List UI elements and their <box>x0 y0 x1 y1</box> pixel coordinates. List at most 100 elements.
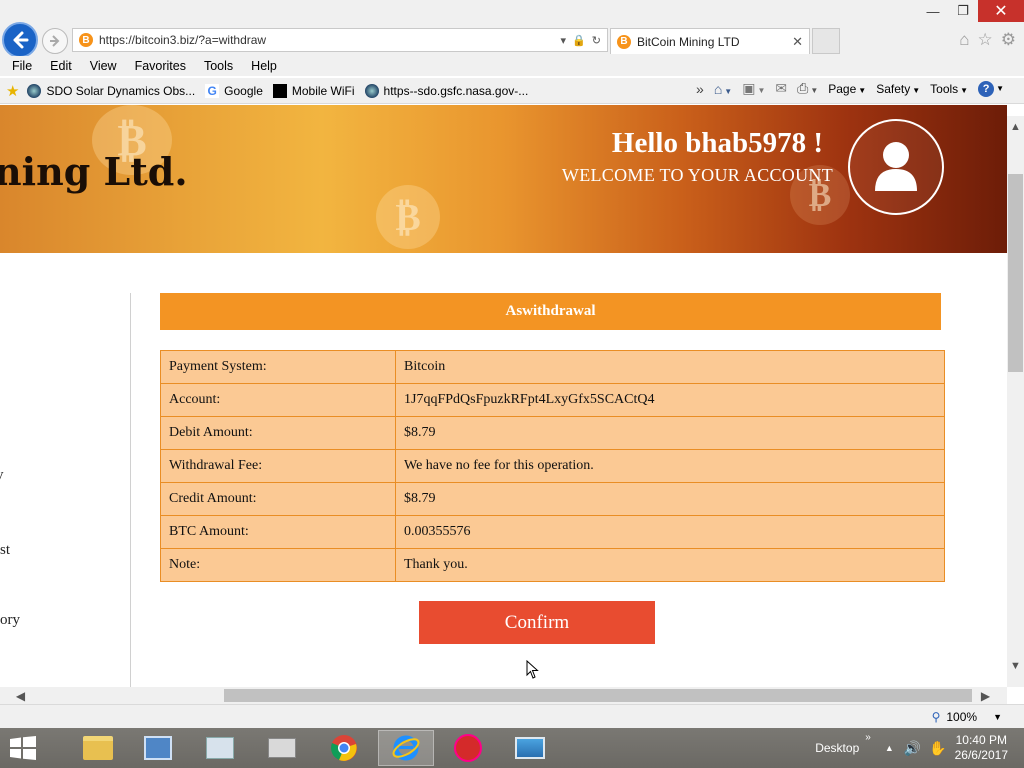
browser-tab[interactable]: B BitCoin Mining LTD ✕ <box>610 28 810 54</box>
favorite-item-mobile-wifi[interactable]: Mobile WiFi <box>272 83 355 98</box>
minimize-icon[interactable]: — <box>918 0 948 22</box>
user-avatar-icon[interactable] <box>848 119 944 215</box>
zoom-control[interactable]: ⚲ 100% ▼ <box>932 710 1002 724</box>
sdo-icon <box>27 83 42 98</box>
favorite-item-google[interactable]: G Google <box>205 83 263 98</box>
volume-icon[interactable]: 🔊 <box>904 740 921 757</box>
page-menu[interactable]: Page ▼ <box>828 82 866 96</box>
menu-tools[interactable]: Tools <box>198 59 239 73</box>
zoom-level: 100% <box>946 710 978 724</box>
windows-start-icon[interactable] <box>8 736 38 760</box>
btc-amount-label: BTC Amount: <box>160 515 396 549</box>
scroll-up-icon[interactable]: ▲ <box>1007 118 1024 135</box>
payment-system-label: Payment System: <box>160 350 396 384</box>
favorite-label: Mobile WiFi <box>291 83 355 98</box>
home-icon[interactable]: ⌂ ▼ <box>714 81 732 97</box>
tools-menu[interactable]: Tools ▼ <box>930 82 968 96</box>
window-controls: — ❐ ✕ <box>918 0 1024 22</box>
windows-taskbar: Desktop » ▲ 🔊 ✋ 10:40 PM 26/6/2017 <box>0 728 1024 768</box>
confirm-button[interactable]: Confirm <box>419 601 655 644</box>
sidebar-item-fragment[interactable]: st <box>0 542 10 559</box>
favorites-star-icon[interactable]: ☆ <box>978 30 993 50</box>
sdo-icon <box>364 83 379 98</box>
mail-icon[interactable]: ✉ <box>775 80 787 97</box>
chevron-more-icon[interactable]: » <box>865 732 871 743</box>
table-row: Credit Amount: $8.79 <box>160 482 945 516</box>
menu-edit[interactable]: Edit <box>44 59 78 73</box>
new-tab-button[interactable] <box>812 28 840 54</box>
file-explorer-icon[interactable] <box>70 730 126 766</box>
close-window-icon[interactable]: ✕ <box>978 0 1024 22</box>
horizontal-scroll-thumb[interactable] <box>224 689 972 702</box>
add-favorite-star-icon[interactable]: ★ <box>6 82 19 100</box>
menu-file[interactable]: File <box>6 59 38 73</box>
scroll-down-icon[interactable]: ▼ <box>1007 657 1024 674</box>
chrome-logo-icon <box>331 735 357 761</box>
brand-name: ning Ltd. <box>0 149 188 194</box>
favorite-label: Google <box>224 83 263 98</box>
bitcoin-favicon-icon: B <box>79 33 93 47</box>
system-tray: Desktop » ▲ 🔊 ✋ 10:40 PM 26/6/2017 <box>815 728 1024 768</box>
safety-menu[interactable]: Safety ▼ <box>876 82 920 96</box>
chrome-icon[interactable] <box>316 730 372 766</box>
payment-system-value: Bitcoin <box>395 350 945 384</box>
chevron-down-icon: ▼ <box>993 712 1002 722</box>
vertical-scroll-thumb[interactable] <box>1008 174 1023 372</box>
note-value: Thank you. <box>395 548 945 582</box>
internet-explorer-icon[interactable] <box>378 730 434 766</box>
page-viewport: ₿ ₿ ₿ ning Ltd. Hello bhab5978 ! WELCOME… <box>0 105 1007 687</box>
menu-help[interactable]: Help <box>245 59 283 73</box>
favorite-label: https--sdo.gsfc.nasa.gov-... <box>383 83 529 98</box>
address-bar[interactable]: B https://bitcoin3.biz/?a=withdraw ▾ 🔒 ↻ <box>72 28 608 52</box>
header-banner: ₿ ₿ ₿ ning Ltd. Hello bhab5978 ! WELCOME… <box>0 105 1007 253</box>
settings-gear-icon[interactable]: ⚙ <box>1001 30 1016 50</box>
withdrawal-fee-value: We have no fee for this operation. <box>395 449 945 483</box>
scroll-right-icon[interactable]: ▶ <box>977 687 994 704</box>
favorite-item-sdo[interactable]: SDO Solar Dynamics Obs... <box>27 83 195 98</box>
taskbar-clock[interactable]: 10:40 PM 26/6/2017 <box>955 733 1008 763</box>
tab-close-icon[interactable]: ✕ <box>792 34 803 50</box>
debit-amount-value: $8.79 <box>395 416 945 450</box>
sidebar-item-fragment[interactable]: ory <box>0 612 20 629</box>
action-center-icon[interactable]: ✋ <box>929 740 946 757</box>
table-row: BTC Amount: 0.00355576 <box>160 515 945 549</box>
lock-icon[interactable]: 🔒 <box>572 34 586 47</box>
performance-monitor-icon[interactable] <box>192 730 248 766</box>
help-menu[interactable]: ? ▼ <box>978 80 1004 97</box>
print-icon[interactable]: ⎙ ▼ <box>797 80 818 97</box>
favorite-item-sdo-nasa[interactable]: https--sdo.gsfc.nasa.gov-... <box>364 83 529 98</box>
scroll-left-icon[interactable]: ◀ <box>12 687 29 704</box>
menu-favorites[interactable]: Favorites <box>129 59 192 73</box>
feeds-icon[interactable]: ▣ ▼ <box>742 80 765 97</box>
chevron-more-icon[interactable]: » <box>696 81 704 97</box>
dropdown-icon[interactable]: ▾ <box>561 34 567 47</box>
photo-viewer-icon[interactable] <box>502 730 558 766</box>
mobile-wifi-icon <box>272 83 287 98</box>
home-icon[interactable]: ⌂ <box>959 30 969 50</box>
google-icon: G <box>205 83 220 98</box>
forward-button[interactable] <box>42 28 68 54</box>
withdrawal-details-table: Payment System: Bitcoin Account: 1J7qqFP… <box>160 350 945 582</box>
ie-logo-icon <box>392 735 420 761</box>
desktop-toolbar-label[interactable]: Desktop <box>815 741 859 755</box>
tab-favicon-icon: B <box>617 34 631 49</box>
arrow-left-icon <box>13 31 29 49</box>
show-hidden-icons[interactable]: ▲ <box>885 743 894 753</box>
restore-icon[interactable]: ❐ <box>948 0 978 22</box>
table-row: Payment System: Bitcoin <box>160 350 945 384</box>
table-row: Withdrawal Fee: We have no fee for this … <box>160 449 945 483</box>
menu-view[interactable]: View <box>84 59 123 73</box>
control-panel-icon[interactable] <box>130 730 186 766</box>
sidebar-item-fragment[interactable]: y <box>0 467 4 484</box>
help-icon: ? <box>978 80 995 97</box>
clock-date: 26/6/2017 <box>954 748 1008 762</box>
menu-bar: File Edit View Favorites Tools Help <box>0 56 1024 76</box>
refresh-icon[interactable]: ↻ <box>592 34 601 47</box>
bitcoin-decor-icon: ₿ <box>376 185 440 249</box>
withdrawal-section-title: Aswithdrawal <box>160 293 941 330</box>
address-url[interactable]: https://bitcoin3.biz/?a=withdraw <box>99 33 561 47</box>
back-button[interactable] <box>2 22 38 58</box>
fax-scan-icon[interactable] <box>254 730 310 766</box>
red-app-icon[interactable] <box>440 730 496 766</box>
debit-amount-label: Debit Amount: <box>160 416 396 450</box>
